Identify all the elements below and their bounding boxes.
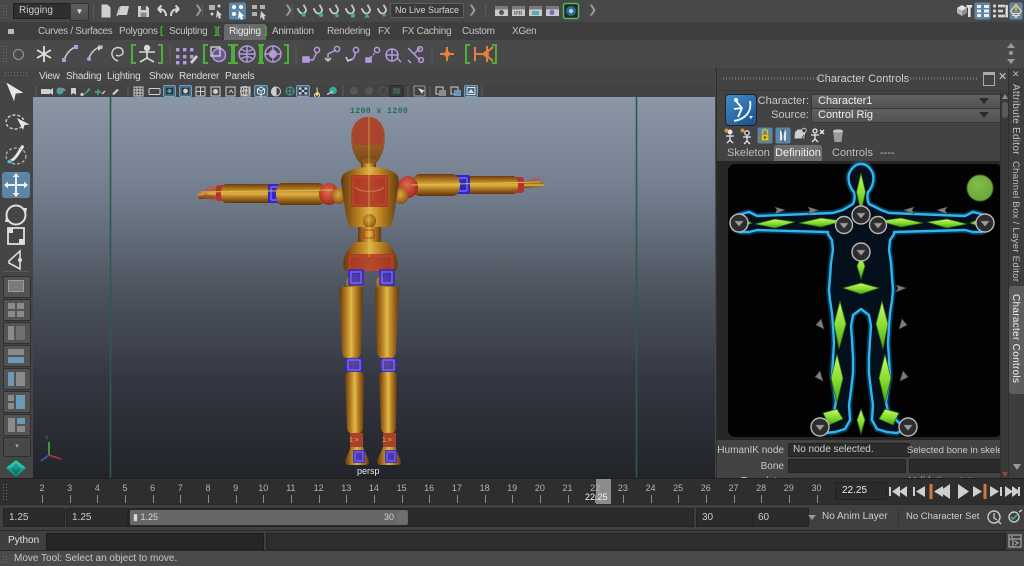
svg-text:1:×: 1:×: [349, 437, 359, 444]
svg-text:1:×: 1:×: [382, 437, 392, 444]
svg-text:persp: persp: [357, 466, 380, 476]
svg-text:y: y: [45, 434, 49, 441]
svg-text:1200 x 1200: 1200 x 1200: [350, 107, 408, 116]
svg-text:IPR: IPR: [514, 11, 523, 17]
